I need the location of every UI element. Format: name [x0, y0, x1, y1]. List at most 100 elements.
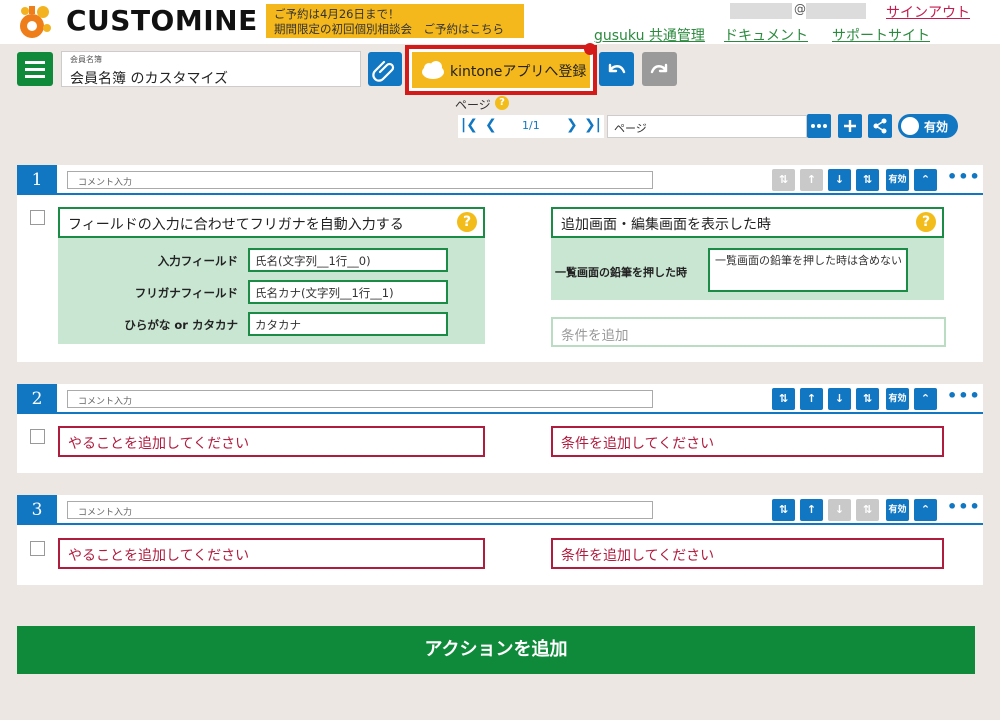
move-down-button[interactable]: ↓ — [828, 499, 851, 521]
action-block-3: 3 コメント入力 ⇅ ↑ ↓ ⇅ 有効 ⌃ ••• やることを追加してください … — [17, 495, 983, 585]
notification-dot — [584, 43, 596, 55]
kana-type-select[interactable]: カタカナ — [248, 312, 448, 336]
input-field-select[interactable]: 氏名(文字列__1行__0) — [248, 248, 448, 272]
user-email: @ — [730, 2, 866, 19]
move-bottom-button[interactable]: ⇅ — [856, 499, 879, 521]
move-down-button[interactable]: ↓ — [828, 169, 851, 191]
undo-button[interactable] — [599, 52, 634, 86]
enabled-button[interactable]: 有効 — [886, 169, 909, 191]
page-pager: |❮ ❮ 1/1 ❯ ❯| — [458, 115, 604, 138]
cloud-icon — [422, 61, 444, 79]
action-title-text: フィールドの入力に合わせてフリガナを自動入力する — [68, 217, 404, 233]
collapse-button[interactable]: ⌃ — [914, 169, 937, 191]
more-dots-icon — [811, 124, 827, 128]
action-block-2: 2 コメント入力 ⇅ ↑ ↓ ⇅ 有効 ⌃ ••• やることを追加してください … — [17, 384, 983, 473]
block-checkbox[interactable] — [30, 429, 45, 444]
email-at-sign: @ — [794, 2, 806, 16]
action-title[interactable]: フィールドの入力に合わせてフリガナを自動入力する — [58, 207, 485, 238]
condition-field-value[interactable]: 一覧画面の鉛筆を押した時は含めない — [708, 248, 908, 292]
menu-button[interactable] — [17, 52, 53, 86]
add-page-button[interactable] — [838, 114, 862, 138]
next-page-icon[interactable]: ❯ — [566, 117, 578, 133]
collapse-button[interactable]: ⌃ — [914, 388, 937, 410]
paperclip-icon — [372, 60, 395, 82]
enabled-toggle[interactable]: 有効 — [898, 114, 958, 138]
page-select[interactable]: ページ — [607, 115, 807, 138]
block-number: 1 — [17, 165, 57, 195]
furigana-field-select[interactable]: 氏名カナ(文字列__1行__1) — [248, 280, 448, 304]
customine-logo-icon — [16, 4, 56, 40]
toggle-label: 有効 — [924, 120, 949, 134]
add-action-button[interactable]: アクションを追加 — [17, 626, 975, 674]
prev-page-icon[interactable]: ❮ — [485, 117, 497, 133]
app-name-value: 会員名簿 のカスタマイズ — [70, 71, 229, 87]
brand-name: CUSTOMINE — [66, 4, 258, 37]
link-button[interactable] — [368, 52, 402, 86]
move-up-button[interactable]: ↑ — [800, 169, 823, 191]
block-more-icon[interactable]: ••• — [947, 167, 981, 186]
condition-title[interactable]: 追加画面・編集画面を表示した時 — [551, 207, 944, 238]
block-more-icon[interactable]: ••• — [947, 386, 981, 405]
first-page-icon[interactable]: |❮ — [461, 117, 478, 133]
add-action-box[interactable]: やることを追加してください — [58, 538, 485, 569]
condition-help-icon[interactable]: ? — [916, 212, 936, 232]
add-action-box[interactable]: やることを追加してください — [58, 426, 485, 457]
comment-input[interactable]: コメント入力 — [67, 501, 653, 519]
field-label-kana-type: ひらがな or カタカナ — [124, 318, 238, 332]
signout-link[interactable]: サインアウト — [886, 2, 970, 22]
move-top-button[interactable]: ⇅ — [772, 388, 795, 410]
promo-line-1: ご予約は4月26日まで！ — [274, 7, 400, 21]
condition-field-label: 一覧画面の鉛筆を押した時 — [555, 266, 687, 279]
block-more-icon[interactable]: ••• — [947, 497, 981, 516]
add-condition-box[interactable]: 条件を追加してください — [551, 426, 944, 457]
app-name-label: 会員名簿 — [70, 55, 102, 64]
share-button[interactable] — [868, 114, 892, 138]
move-top-button[interactable]: ⇅ — [772, 499, 795, 521]
action-block-1: 1 コメント入力 ⇅ ↑ ↓ ⇅ 有効 ⌃ ••• フィールドの入力に合わせてフ… — [17, 165, 983, 362]
register-label: kintoneアプリへ登録 — [450, 64, 587, 80]
comment-input[interactable]: コメント入力 — [67, 171, 653, 189]
block-checkbox[interactable] — [30, 210, 45, 225]
field-label-furigana: フリガナフィールド — [134, 286, 238, 300]
block-number: 2 — [17, 384, 57, 414]
action-settings: 入力フィールド 氏名(文字列__1行__0) フリガナフィールド 氏名カナ(文字… — [58, 238, 485, 344]
register-highlight-frame: kintoneアプリへ登録 — [405, 45, 597, 95]
block-checkbox[interactable] — [30, 541, 45, 556]
page-number: 1/1 — [522, 119, 540, 132]
move-bottom-button[interactable]: ⇅ — [856, 169, 879, 191]
comment-input[interactable]: コメント入力 — [67, 390, 653, 408]
hamburger-icon — [25, 61, 45, 64]
register-kintone-button[interactable]: kintoneアプリへ登録 — [412, 52, 590, 88]
collapse-button[interactable]: ⌃ — [914, 499, 937, 521]
promo-banner[interactable]: ご予約は4月26日まで！ 期間限定の初回個別相談会 ご予約はこちら — [266, 4, 524, 38]
plus-icon — [844, 120, 856, 132]
move-up-button[interactable]: ↑ — [800, 388, 823, 410]
action-help-icon[interactable]: ? — [457, 212, 477, 232]
move-bottom-button[interactable]: ⇅ — [856, 388, 879, 410]
support-site-link[interactable]: サポートサイト — [832, 25, 930, 45]
page-more-button[interactable] — [807, 114, 831, 138]
add-condition-input[interactable]: 条件を追加 — [551, 317, 946, 347]
block-header: 2 コメント入力 ⇅ ↑ ↓ ⇅ 有効 ⌃ ••• — [17, 384, 983, 414]
enabled-button[interactable]: 有効 — [886, 499, 909, 521]
add-condition-box[interactable]: 条件を追加してください — [551, 538, 944, 569]
move-down-button[interactable]: ↓ — [828, 388, 851, 410]
redo-button[interactable] — [642, 52, 677, 86]
page-help-icon[interactable]: ? — [495, 96, 509, 110]
documents-link[interactable]: ドキュメント — [724, 25, 808, 45]
move-top-button[interactable]: ⇅ — [772, 169, 795, 191]
last-page-icon[interactable]: ❯| — [584, 117, 601, 133]
app-name-field[interactable]: 会員名簿 会員名簿 のカスタマイズ — [61, 51, 361, 87]
toggle-knob — [901, 117, 919, 135]
condition-settings: 一覧画面の鉛筆を押した時 一覧画面の鉛筆を押した時は含めない — [551, 238, 944, 300]
redo-icon — [650, 63, 668, 74]
enabled-button[interactable]: 有効 — [886, 388, 909, 410]
share-icon — [873, 118, 887, 134]
page-label: ページ — [455, 98, 491, 112]
move-up-button[interactable]: ↑ — [800, 499, 823, 521]
field-label-input: 入力フィールド — [157, 254, 238, 268]
block-header: 1 コメント入力 ⇅ ↑ ↓ ⇅ 有効 ⌃ ••• — [17, 165, 983, 195]
condition-title-text: 追加画面・編集画面を表示した時 — [561, 217, 771, 233]
gusuku-admin-link[interactable]: gusuku 共通管理 — [594, 25, 705, 45]
app-header: CUSTOMINE ご予約は4月26日まで！ 期間限定の初回個別相談会 ご予約は… — [0, 0, 1000, 44]
